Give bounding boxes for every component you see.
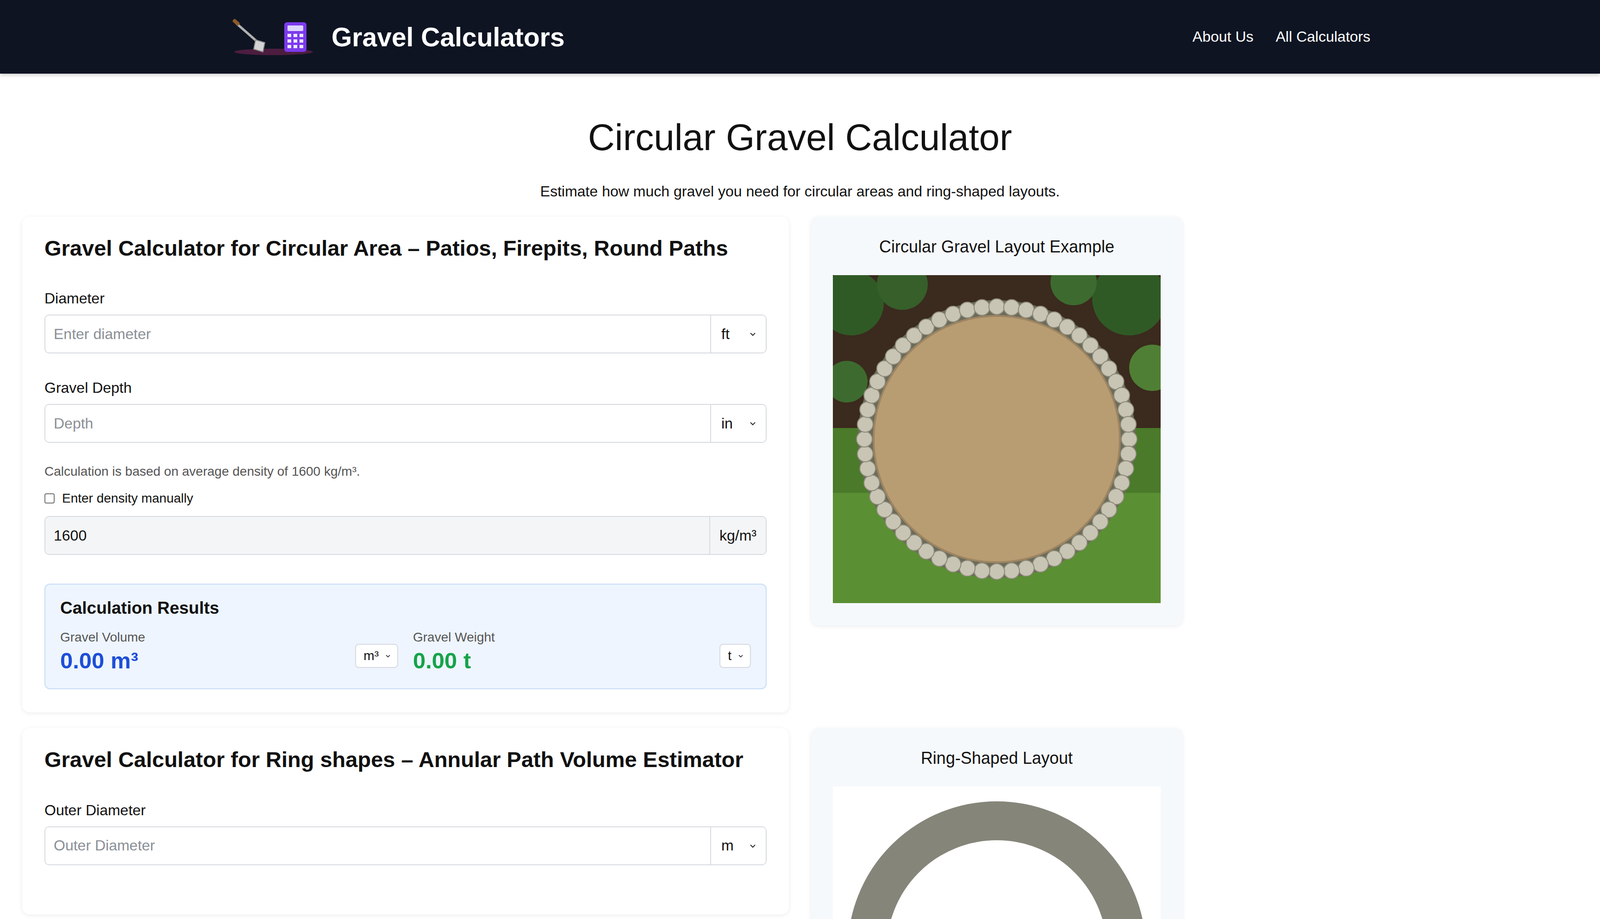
input-group: m — [44, 825, 767, 865]
shovel-calculator-icon — [229, 18, 318, 56]
results-title: Calculation Results — [60, 598, 751, 618]
ring-layout-picture — [832, 786, 1161, 919]
brand[interactable]: Gravel Calculators — [229, 18, 565, 56]
image-title: Circular Gravel Layout Example — [832, 237, 1162, 257]
card-heading: Gravel Calculator for Circular Area – Pa… — [44, 235, 767, 262]
field-label: Diameter — [44, 289, 767, 307]
unit-select[interactable]: in — [710, 404, 766, 442]
site-title: Gravel Calculators — [331, 21, 565, 53]
field: Diameter ft — [44, 289, 767, 354]
page-title: Circular Gravel Calculator — [0, 115, 1600, 160]
number-input[interactable] — [45, 315, 711, 353]
number-input[interactable] — [45, 404, 711, 442]
top-bar: Gravel Calculators About Us All Calculator… — [0, 0, 1600, 74]
density-group: kg/m³ — [44, 515, 767, 555]
result-unit-select[interactable]: m³ — [355, 643, 399, 668]
checkbox-label: Enter density manually — [62, 490, 194, 506]
input-group: in — [44, 403, 767, 443]
result-unit-select[interactable]: t — [719, 643, 751, 668]
content-grid: Gravel Calculator for Circular Area – Pa… — [0, 200, 1600, 919]
result-label: Gravel Volume — [60, 629, 146, 645]
circular-calculator-card: Gravel Calculator for Circular Area – Pa… — [22, 216, 789, 713]
image-title: Ring-Shaped Layout — [832, 748, 1162, 768]
ring-calculator-card: Gravel Calculator for Ring shapes – Annu… — [22, 727, 789, 914]
unit-select[interactable]: m — [710, 826, 766, 864]
checkbox[interactable] — [44, 493, 55, 504]
input-group: ft — [44, 314, 767, 354]
result-label: Gravel Weight — [412, 629, 495, 645]
circular-gravel-picture — [832, 275, 1161, 603]
result-value: 0.00 m³ — [60, 647, 146, 674]
density-note: Calculation is based on average density … — [44, 463, 767, 479]
result-item: Gravel Volume 0.00 m³ m³ — [60, 629, 399, 674]
number-input[interactable] — [45, 826, 711, 864]
field-label: Outer Diameter — [44, 801, 767, 819]
chevron-down-icon — [384, 651, 392, 660]
result-item: Gravel Weight 0.00 t t — [412, 629, 751, 674]
page: Gravel Calculators About Us All Calculator… — [0, 0, 1600, 919]
page-subtitle: Estimate how much gravel you need for ci… — [0, 182, 1600, 200]
field-label: Gravel Depth — [44, 379, 767, 397]
results-panel: Calculation Results Gravel Volume 0.00 m³ m… — [44, 583, 767, 689]
nav-link[interactable]: About Us — [1192, 28, 1254, 46]
chevron-down-icon — [737, 651, 745, 660]
circular-image-card: Circular Gravel Layout Example — [811, 216, 1183, 625]
chevron-down-icon — [748, 840, 758, 850]
field: Outer Diameter m — [44, 801, 767, 865]
manual-density-checkbox[interactable]: Enter density manually — [44, 490, 767, 506]
density-input[interactable] — [45, 516, 710, 554]
density-unit: kg/m³ — [709, 516, 766, 554]
chevron-down-icon — [748, 329, 758, 339]
ring-image-card: Ring-Shaped Layout — [811, 727, 1183, 919]
main-nav: About Us All Calculators — [1192, 28, 1371, 46]
field: Gravel Depth in — [44, 379, 767, 443]
intro: Circular Gravel Calculator Estimate how m… — [0, 73, 1600, 200]
card-heading: Gravel Calculator for Ring shapes – Annu… — [44, 746, 767, 773]
chevron-down-icon — [748, 418, 758, 428]
nav-link[interactable]: All Calculators — [1275, 28, 1371, 46]
result-value: 0.00 t — [412, 647, 495, 674]
unit-select[interactable]: ft — [710, 315, 766, 353]
